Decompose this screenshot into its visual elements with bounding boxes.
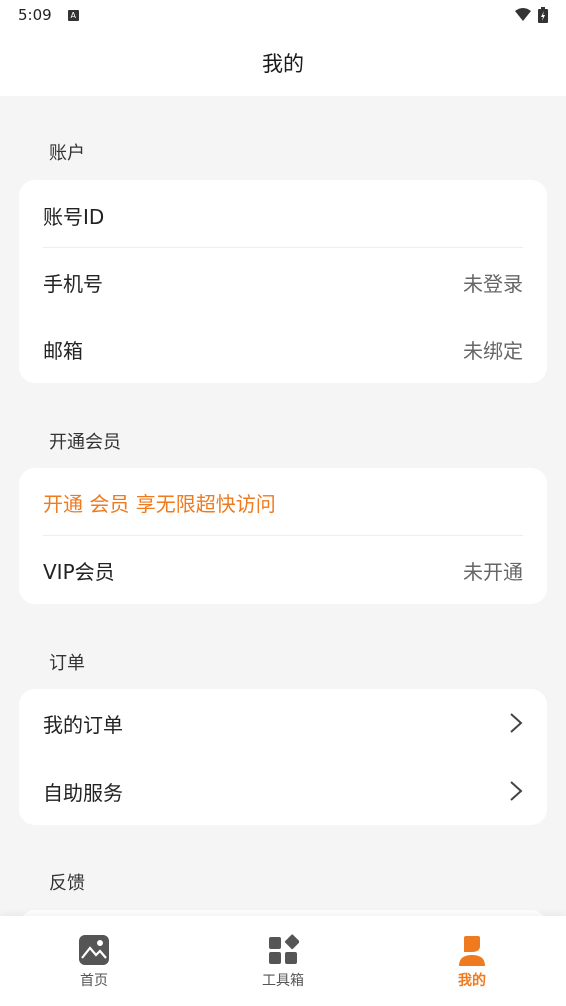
phone-row[interactable]: 手机号 未登录 (43, 249, 523, 315)
account-card: 账号ID 手机号 未登录 邮箱 未绑定 (19, 180, 547, 383)
divider (43, 535, 523, 536)
phone-label: 手机号 (43, 271, 103, 296)
vip-promo-text: 开通 会员 享无限超快访问 (43, 491, 276, 516)
nav-toolbox[interactable]: 工具箱 (208, 916, 358, 1006)
chevron-right-icon (510, 713, 523, 733)
account-id-row[interactable]: 账号ID (43, 182, 523, 248)
orders-card: 我的订单 自助服务 (19, 689, 547, 825)
nav-home[interactable]: 首页 (19, 916, 169, 1006)
wifi-icon (515, 8, 531, 21)
divider (43, 247, 523, 248)
vip-promo-row[interactable]: 开通 会员 享无限超快访问 (43, 469, 523, 535)
vip-status-row[interactable]: VIP会员 未开通 (43, 537, 523, 603)
email-value: 未绑定 (463, 338, 523, 363)
section-title-account: 账户 (49, 143, 85, 164)
nav-mine-label: 我的 (458, 973, 486, 989)
nav-toolbox-label: 工具箱 (262, 973, 304, 989)
bottom-nav: 首页 工具箱 我的 (0, 916, 566, 1006)
status-time: 5:09 (18, 6, 52, 24)
status-icons (514, 7, 548, 23)
my-orders-label: 我的订单 (43, 712, 123, 737)
my-orders-row[interactable]: 我的订单 (43, 690, 523, 756)
battery-icon (538, 7, 548, 23)
email-row[interactable]: 邮箱 未绑定 (43, 316, 523, 382)
phone-value: 未登录 (463, 271, 523, 296)
image-icon (79, 935, 109, 965)
membership-card: 开通 会员 享无限超快访问 VIP会员 未开通 (19, 468, 547, 604)
self-service-label: 自助服务 (43, 780, 123, 805)
section-title-orders: 订单 (49, 653, 85, 674)
toolbox-icon (269, 934, 299, 964)
section-title-feedback: 反馈 (49, 873, 85, 894)
screen: 5:09 A 我的 账户 账号ID 手机号 未登录 邮箱 未绑定 开通会员 开通… (0, 0, 566, 1006)
vip-value: 未开通 (463, 559, 523, 584)
self-service-row[interactable]: 自助服务 (43, 758, 523, 824)
person-icon (459, 936, 485, 966)
account-id-label: 账号ID (43, 204, 105, 229)
email-label: 邮箱 (43, 338, 83, 363)
section-title-membership: 开通会员 (49, 432, 121, 453)
chevron-right-icon (510, 781, 523, 801)
vip-label: VIP会员 (43, 559, 115, 584)
notification-icon: A (67, 9, 79, 21)
nav-mine[interactable]: 我的 (397, 916, 547, 1006)
page-title: 我的 (262, 52, 304, 76)
nav-home-label: 首页 (80, 973, 108, 989)
status-bar: 5:09 A (0, 0, 566, 30)
app-bar: 我的 (0, 30, 566, 96)
